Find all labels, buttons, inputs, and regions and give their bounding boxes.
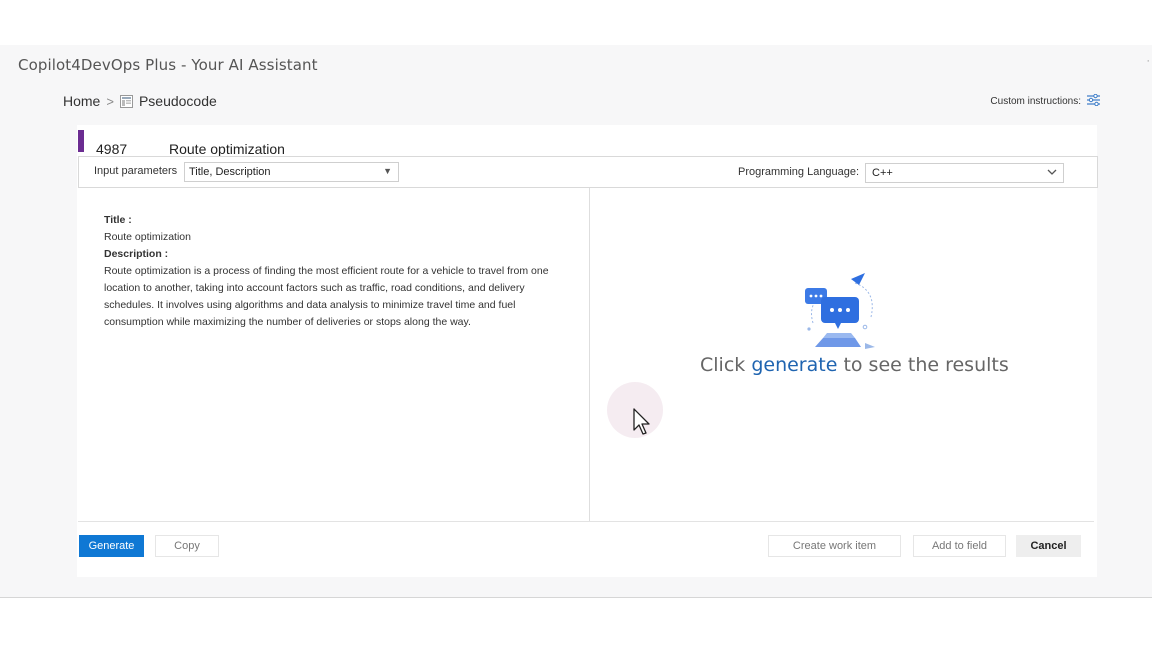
- description-label: Description :: [104, 248, 169, 260]
- title-label: Title :: [104, 214, 132, 226]
- input-parameters-value: Title, Description: [189, 166, 271, 178]
- work-item-title: Route optimization: [169, 141, 285, 157]
- input-parameters-label: Input parameters: [94, 165, 178, 177]
- sliders-icon[interactable]: [1087, 93, 1100, 109]
- results-pane: Click generate to see the results: [590, 188, 1096, 522]
- create-work-item-button[interactable]: Create work item: [768, 535, 901, 557]
- cancel-button[interactable]: Cancel: [1016, 535, 1081, 557]
- chevron-down-icon: [1047, 167, 1057, 179]
- work-item-accent-bar: [78, 130, 84, 152]
- breadcrumb-current: Pseudocode: [138, 93, 217, 109]
- footer-divider: [78, 521, 1094, 522]
- custom-instructions-label: Custom instructions:: [990, 96, 1081, 107]
- programming-language-label: Programming Language:: [738, 166, 860, 178]
- caret-down-icon: ▼: [383, 166, 392, 176]
- generate-link[interactable]: generate: [751, 354, 837, 376]
- input-parameters-select[interactable]: Title, Description ▼: [184, 162, 399, 182]
- title-value: Route optimization: [104, 231, 191, 243]
- programming-language-value: C++: [872, 167, 893, 179]
- work-item-header: 4987 Route optimization: [77, 129, 1097, 157]
- custom-instructions[interactable]: Custom instructions:: [990, 93, 1100, 109]
- programming-language-select[interactable]: C++: [865, 163, 1064, 183]
- description-value: Route optimization is a process of findi…: [104, 265, 549, 328]
- copy-button[interactable]: Copy: [155, 535, 219, 557]
- pseudocode-panel: 4987 Route optimization Input parameters…: [77, 125, 1098, 577]
- results-hint-suffix: to see the results: [837, 354, 1009, 376]
- results-hint: Click generate to see the results: [700, 354, 1009, 376]
- breadcrumb: Home > Pseudocode: [63, 91, 217, 111]
- breadcrumb-home[interactable]: Home: [63, 93, 100, 109]
- pointer-cursor-icon: [633, 408, 651, 441]
- breadcrumb-separator: >: [106, 93, 114, 109]
- add-to-field-button[interactable]: Add to field: [913, 535, 1006, 557]
- document-icon: [119, 94, 133, 108]
- parameters-bar: Input parameters Title, Description ▼ Pr…: [78, 156, 1098, 188]
- input-content: Title : Route optimization Description :…: [104, 212, 564, 331]
- work-item-id: 4987: [96, 141, 128, 157]
- app-title: Copilot4DevOps Plus - Your AI Assistant: [18, 56, 318, 74]
- generate-button[interactable]: Generate: [79, 535, 144, 557]
- window-corner-glyph: ·: [1146, 55, 1150, 67]
- input-pane: Title : Route optimization Description :…: [78, 188, 590, 522]
- chat-bubbles-icon: [803, 273, 883, 356]
- results-hint-prefix: Click: [700, 354, 752, 376]
